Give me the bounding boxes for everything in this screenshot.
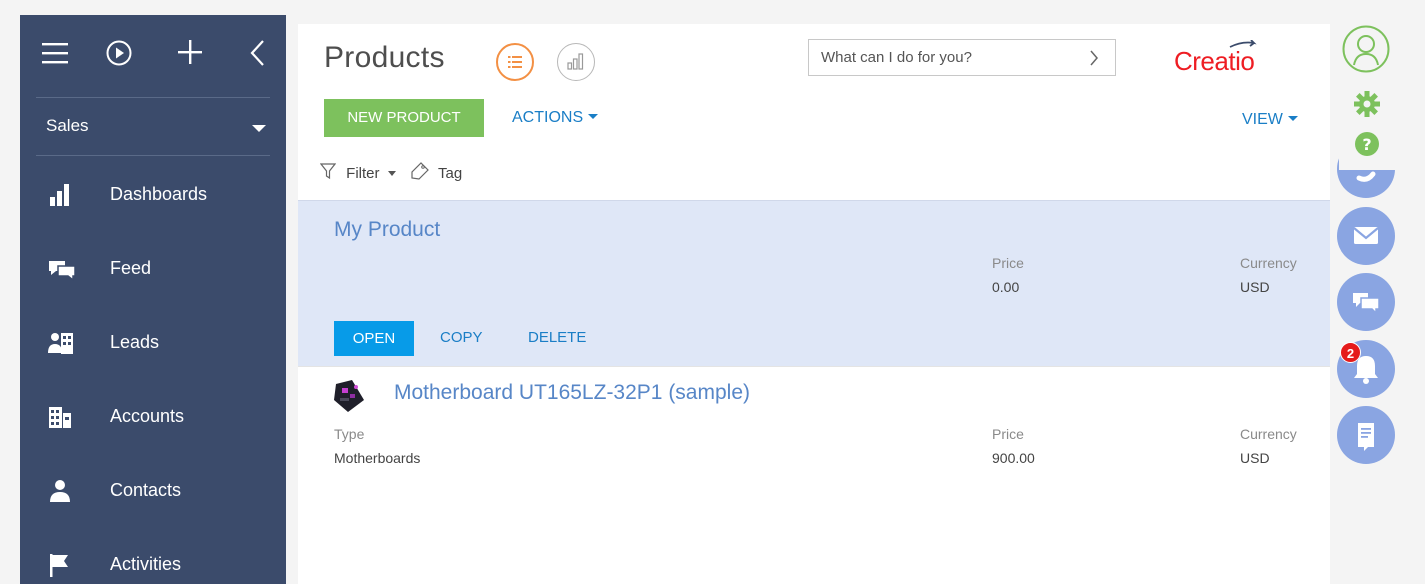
list-item[interactable]: Motherboard UT165LZ-32P1 (sample) Type M… bbox=[298, 366, 1330, 486]
record-name-link[interactable]: Motherboard UT165LZ-32P1 (sample) bbox=[394, 381, 750, 405]
add-icon[interactable] bbox=[177, 39, 203, 70]
chart-icon bbox=[567, 53, 584, 70]
record-name-link[interactable]: My Product bbox=[334, 218, 440, 242]
sidebar-item-activities[interactable]: Activities bbox=[20, 535, 286, 584]
caret-down-icon bbox=[588, 113, 599, 119]
sidebar-item-label: Contacts bbox=[110, 480, 182, 500]
contacts-icon bbox=[48, 479, 72, 503]
new-product-button[interactable]: NEW PRODUCT bbox=[324, 99, 484, 137]
collapse-icon[interactable] bbox=[249, 39, 265, 72]
command-search bbox=[808, 39, 1116, 76]
analytics-view-button[interactable] bbox=[557, 43, 595, 81]
tag-icon[interactable] bbox=[410, 162, 430, 184]
currency-value: USD bbox=[1240, 450, 1270, 466]
workplace-selector[interactable]: Sales bbox=[36, 98, 270, 156]
open-button[interactable]: OPEN bbox=[334, 321, 414, 356]
price-value: 900.00 bbox=[992, 450, 1035, 466]
svg-text:?: ? bbox=[1362, 135, 1371, 154]
profile-icon[interactable] bbox=[1341, 24, 1391, 79]
sidebar-toolbar bbox=[36, 15, 270, 98]
page-title: Products bbox=[324, 41, 445, 74]
list-view-button[interactable] bbox=[496, 43, 534, 81]
filter-icon[interactable] bbox=[319, 163, 337, 184]
currency-label: Currency bbox=[1240, 255, 1297, 271]
dashboards-icon bbox=[48, 183, 72, 207]
price-value: 0.00 bbox=[992, 279, 1020, 295]
tag-button[interactable]: Tag bbox=[438, 165, 462, 182]
sidebar-item-feed[interactable]: Feed bbox=[20, 239, 286, 299]
chevron-right-icon[interactable] bbox=[1089, 49, 1099, 72]
actions-label: ACTIONS bbox=[512, 109, 584, 126]
creatio-logo: Creatio bbox=[1174, 46, 1255, 76]
sidebar-item-contacts[interactable]: Contacts bbox=[20, 461, 286, 521]
price-label: Price bbox=[992, 255, 1024, 271]
list-icon bbox=[508, 56, 522, 68]
delete-button[interactable]: DELETE bbox=[528, 329, 586, 346]
sidebar-item-leads[interactable]: Leads bbox=[20, 313, 286, 373]
currency-label: Currency bbox=[1240, 426, 1297, 442]
help-icon[interactable]: ? bbox=[1354, 131, 1380, 162]
type-value: Motherboards bbox=[334, 450, 421, 466]
view-button[interactable]: VIEW bbox=[1242, 111, 1298, 129]
feed-icon bbox=[48, 257, 76, 282]
caret-down-icon bbox=[1287, 115, 1298, 121]
list-item[interactable]: My Product Price 0.00 Currency USD OPEN … bbox=[298, 200, 1330, 366]
sidebar-item-label: Activities bbox=[110, 554, 182, 574]
workplace-label: Sales bbox=[46, 116, 89, 135]
main-panel: Products Creatio NEW PRODUCT ACTIONS VIE… bbox=[298, 24, 1330, 584]
sidebar-item-accounts[interactable]: Accounts bbox=[20, 387, 286, 447]
document-icon bbox=[1358, 423, 1374, 451]
copy-button[interactable]: COPY bbox=[440, 329, 483, 346]
sidebar-item-label: Accounts bbox=[110, 406, 185, 426]
filter-button[interactable]: Filter bbox=[346, 165, 379, 182]
price-label: Price bbox=[992, 426, 1024, 442]
email-icon bbox=[1353, 227, 1379, 244]
leads-icon bbox=[48, 331, 73, 355]
play-icon[interactable] bbox=[106, 40, 132, 71]
currency-value: USD bbox=[1240, 279, 1270, 295]
email-button[interactable] bbox=[1337, 207, 1395, 265]
sidebar: Sales Dashboards Feed Leads Accounts Con… bbox=[20, 15, 286, 584]
sidebar-item-label: Dashboards bbox=[110, 184, 208, 204]
logo-swoosh-icon bbox=[1229, 40, 1257, 48]
feed-panel-button[interactable] bbox=[1337, 406, 1395, 464]
type-label: Type bbox=[334, 426, 365, 442]
notification-count-badge: 2 bbox=[1340, 342, 1361, 363]
view-label: VIEW bbox=[1242, 111, 1283, 128]
chevron-down-icon bbox=[252, 125, 266, 132]
actions-button[interactable]: ACTIONS bbox=[512, 109, 599, 127]
menu-icon[interactable] bbox=[42, 42, 68, 69]
sidebar-item-dashboards[interactable]: Dashboards bbox=[20, 165, 286, 225]
chat-button[interactable] bbox=[1337, 273, 1395, 331]
activities-icon bbox=[48, 553, 72, 577]
sidebar-item-label: Feed bbox=[110, 258, 152, 278]
chat-icon bbox=[1353, 293, 1380, 315]
filter-bar: Filter Tag bbox=[319, 162, 462, 184]
sidebar-item-label: Leads bbox=[110, 332, 160, 352]
product-thumbnail bbox=[332, 378, 366, 419]
communication-panel: ? bbox=[1336, 20, 1398, 584]
accounts-icon bbox=[48, 405, 72, 429]
search-input[interactable] bbox=[809, 40, 1069, 75]
caret-down-icon bbox=[387, 170, 396, 176]
gear-icon[interactable] bbox=[1353, 90, 1381, 123]
